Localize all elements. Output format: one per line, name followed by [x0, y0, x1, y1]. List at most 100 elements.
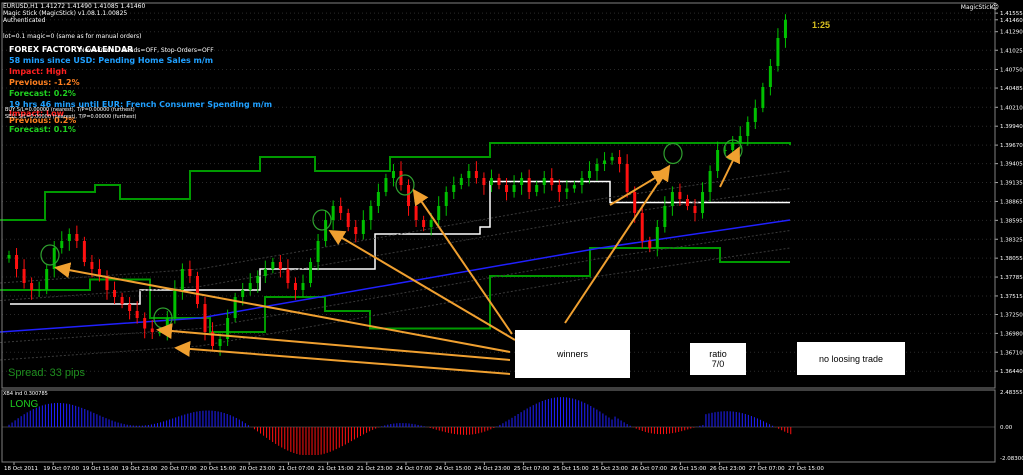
candle-body — [768, 66, 772, 87]
winner-arrow — [174, 340, 511, 375]
candle-body — [731, 143, 735, 150]
candle-body — [293, 283, 297, 290]
ea-name: MagicStick — [960, 4, 993, 11]
candle-body — [663, 206, 667, 227]
candle-body — [474, 171, 478, 178]
indicator-title: XB4 ind 0.300785 — [3, 391, 48, 397]
candle-body — [67, 234, 71, 241]
candle-body — [708, 171, 712, 192]
candle-body — [648, 241, 652, 248]
candle-body — [52, 248, 56, 269]
winner-arrow — [54, 262, 511, 353]
candle-body — [188, 269, 192, 276]
candle-body — [150, 328, 154, 332]
candle-body — [60, 241, 64, 248]
y-tick-label: 1.41555 — [1000, 11, 1023, 17]
ratio-value: 7/0 — [711, 359, 725, 369]
x-tick-label: 19 Oct 15:00 — [82, 466, 118, 472]
symbol-line: EURUSD,H1 1.41272 1.41490 1.41085 1.4146… — [3, 3, 146, 10]
winner-arrow — [609, 169, 669, 206]
winner-arrows — [54, 146, 740, 375]
x-tick-label: 21 Oct 23:00 — [357, 466, 393, 472]
candle-body — [776, 38, 780, 66]
candle-body — [437, 206, 441, 220]
y-tick-label: 1.40485 — [1000, 86, 1023, 92]
y-tick-label: 1.39405 — [1000, 162, 1023, 168]
candle-body — [422, 220, 426, 227]
lower-channel — [0, 247, 790, 333]
no-loss-label: no loosing trade — [818, 353, 884, 364]
y-tick-label: 1.38865 — [1000, 199, 1023, 205]
smiley-icon: ☺ — [991, 3, 999, 11]
candle-body — [120, 297, 124, 304]
y-tick-label: 1.40750 — [1000, 68, 1023, 74]
y-tick-label: 1.41290 — [1000, 30, 1023, 36]
candle-body — [301, 283, 305, 290]
time-axis: 18 Oct 2011 19 Oct 07:00 19 Oct 15:00 19 Oc… — [4, 462, 824, 472]
candle-body — [444, 192, 448, 206]
winner-arrow — [564, 164, 671, 324]
news-event-2-forecast: Forecast: 0.1% — [9, 125, 76, 134]
candle-body — [309, 262, 313, 283]
candle-body — [218, 339, 222, 346]
candle-body — [572, 185, 576, 189]
candle-body — [633, 192, 637, 213]
winners-label: winners — [556, 349, 588, 359]
candle-body — [452, 185, 456, 192]
buy-order-line[interactable]: BUY S/L=0.00000 (nearest), T/P=0.00000 (… — [5, 107, 135, 113]
y-tick-label: 1.36440 — [1000, 369, 1023, 375]
x-tick-label: 24 Oct 07:00 — [396, 466, 432, 472]
indicator-tick-label: 0.00 — [1000, 425, 1013, 431]
candle-body — [316, 241, 320, 262]
candle-body — [278, 262, 282, 269]
x-tick-label: 25 Oct 15:00 — [553, 466, 589, 472]
upper-channel — [0, 142, 791, 221]
candle-body — [761, 87, 765, 108]
ratio-label: ratio — [709, 349, 727, 359]
candle-body — [22, 269, 26, 283]
news-event-1: 58 mins since USD: Pending Home Sales m/… — [9, 56, 214, 65]
x-tick-label: 21 Oct 07:00 — [278, 466, 314, 472]
x-tick-label: 19 Oct 23:00 — [122, 466, 158, 472]
candle-body — [391, 171, 395, 178]
y-tick-label: 1.38055 — [1000, 256, 1023, 262]
candle-body — [482, 178, 486, 185]
candle-body — [113, 290, 117, 297]
candle-body — [143, 318, 147, 329]
candle-body — [37, 290, 41, 291]
candle-body — [459, 178, 463, 185]
candle-body — [369, 206, 373, 220]
news-event-1-impact: Impact: High — [9, 67, 67, 76]
candle-body — [716, 150, 720, 171]
x-tick-label: 26 Oct 15:00 — [670, 466, 706, 472]
candle-body — [701, 192, 705, 213]
spread-label: Spread: 33 pips — [8, 367, 86, 379]
long-signal: LONG — [10, 399, 39, 410]
auth-line: Authenticated — [3, 17, 46, 24]
candle-body — [489, 178, 493, 185]
x-tick-label: 27 Oct 07:00 — [749, 466, 785, 472]
sell-order-line[interactable]: SELL S/L=0.00000 (nearest), T/P=0.00000 … — [5, 114, 136, 120]
candle-body — [550, 178, 554, 185]
x-tick-label: 25 Oct 23:00 — [592, 466, 628, 472]
candle-body — [376, 192, 380, 206]
win-circle — [663, 142, 683, 165]
candle-body — [678, 192, 682, 199]
candle-body — [82, 241, 86, 262]
candle-body — [640, 213, 644, 241]
price-axis: 1.415551.41460 1.41290 1.41025 1.40750 1.404… — [995, 11, 1023, 462]
y-tick-label: 1.37515 — [1000, 294, 1023, 300]
candle-body — [286, 269, 290, 283]
winner-arrow — [719, 146, 740, 188]
band-line — [0, 170, 791, 284]
win-circle — [395, 174, 415, 196]
channel-lines — [0, 142, 791, 361]
candle-body — [429, 220, 433, 227]
candle-body — [618, 157, 622, 164]
candle-body — [753, 108, 757, 122]
news-title: FOREX FACTORY CALENDAR — [9, 45, 134, 54]
price-chart[interactable]: 1.415551.41460 1.41290 1.41025 1.40750 1.404… — [0, 0, 1023, 475]
x-tick-label: 21 Oct 15:00 — [318, 466, 354, 472]
candle-body — [324, 220, 328, 241]
x-tick-label: 27 Oct 15:00 — [788, 466, 824, 472]
